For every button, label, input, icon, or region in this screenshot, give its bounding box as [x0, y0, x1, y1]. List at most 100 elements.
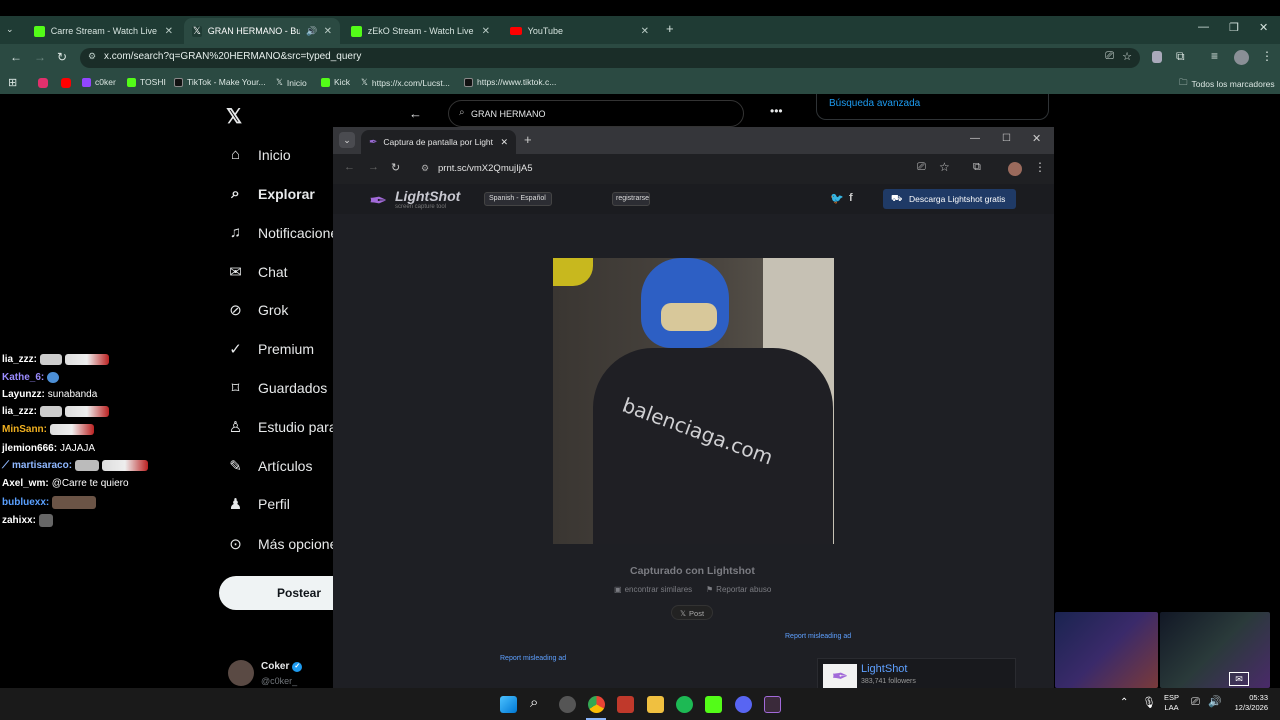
reload-icon[interactable]: ↻	[57, 50, 67, 64]
extensions-puzzle-icon[interactable]: ⧉	[1176, 49, 1185, 64]
report-misleading-ad-link[interactable]: Report misleading ad	[500, 655, 566, 662]
task-view-icon[interactable]	[559, 696, 576, 713]
captured-screenshot-image[interactable]: balenciaga.com	[553, 258, 834, 544]
new-tab-button[interactable]: +	[666, 21, 674, 36]
kebab-menu-icon[interactable]: ⋮	[1261, 49, 1273, 63]
install-app-icon[interactable]: ⎚	[1105, 50, 1114, 63]
advanced-search-link[interactable]: Búsqueda avanzada	[829, 98, 920, 109]
x-search-input[interactable]: ⌕ GRAN HERMANO	[448, 100, 744, 127]
back-arrow-icon[interactable]: ←	[409, 106, 422, 121]
tab-close-icon[interactable]: ✕	[641, 26, 649, 37]
spotify-icon[interactable]	[676, 696, 693, 713]
profile-avatar[interactable]	[228, 660, 254, 686]
tab-close-icon[interactable]: ✕	[165, 26, 173, 37]
facebook-icon[interactable]: f	[849, 192, 853, 204]
nav-estudio[interactable]: ♙ Estudio para	[227, 418, 337, 436]
tab-close-icon[interactable]: ✕	[500, 137, 508, 148]
twitter-icon[interactable]: 🐦	[830, 192, 844, 205]
nav-perfil[interactable]: ♟ Perfil	[227, 495, 290, 513]
minimize-button[interactable]: —	[970, 133, 980, 144]
bookmark-toshi[interactable]: TOSHI	[127, 77, 166, 87]
bookmark-inicio[interactable]: 𝕏 Inicio	[276, 77, 307, 88]
outer-tab-3[interactable]: YouTube ✕	[502, 18, 657, 44]
more-dots-icon[interactable]: •••	[770, 104, 783, 118]
x-post-button[interactable]: 𝕏 Post	[671, 605, 713, 620]
nav-mas-opciones[interactable]: ⊙ Más opciones	[227, 535, 344, 553]
tab-search-chevron-icon[interactable]: ⌄	[339, 132, 355, 148]
outer-tab-1[interactable]: 𝕏 GRAN HERMANO - Buscar 🔊 ✕	[184, 18, 340, 44]
new-tab-button[interactable]: +	[524, 132, 532, 147]
tab-close-icon[interactable]: ✕	[482, 26, 490, 37]
close-window-button[interactable]: ✕	[1259, 21, 1268, 34]
lightshot-taskbar-icon[interactable]	[764, 696, 781, 713]
inner-tab-active[interactable]: ✒ Captura de pantalla por Lightsh ✕	[361, 130, 516, 154]
tab-close-icon[interactable]: ✕	[324, 26, 332, 37]
fb-page-name[interactable]: LightShot	[861, 663, 907, 675]
nav-articulos[interactable]: ✎ Artículos	[227, 457, 312, 475]
extension-shield-icon[interactable]	[1152, 51, 1162, 63]
lightshot-brand[interactable]: LightShot	[395, 188, 460, 204]
lightshot-logo-icon[interactable]: ✒	[369, 188, 387, 214]
bookmark-c0ker[interactable]: c0ker	[82, 77, 116, 87]
nav-guardados[interactable]: ⌑ Guardados	[227, 379, 328, 397]
start-windows-icon[interactable]	[500, 696, 517, 713]
bookmark-star-icon[interactable]: ☆	[1122, 50, 1132, 63]
download-lightshot-button[interactable]: ⛟ Descarga Lightshot gratis	[883, 189, 1016, 209]
chevron-up-icon[interactable]: ⌃	[1120, 697, 1128, 708]
kebab-menu-icon[interactable]: ⋮	[1034, 160, 1046, 174]
network-icon[interactable]: ⎚	[1191, 696, 1200, 709]
all-bookmarks-folder[interactable]: 🗀 Todos los marcadores	[1179, 77, 1275, 91]
outer-tab-0[interactable]: Carre Stream - Watch Live on Ki ✕	[26, 18, 181, 44]
site-info-icon[interactable]: ⚙	[88, 51, 96, 62]
nav-explorar[interactable]: ⌕ Explorar	[227, 185, 315, 202]
bookmark-tiktok-url[interactable]: https://www.tiktok.c...	[464, 77, 556, 87]
facebook-page-widget[interactable]: ✒ LightShot 383,741 followers	[817, 658, 1016, 688]
search-icon[interactable]: ⌕	[530, 694, 538, 711]
kick-icon[interactable]	[705, 696, 722, 713]
nav-notificaciones[interactable]: ♫ Notificaciones	[227, 224, 345, 241]
youtube-bookmark-icon[interactable]	[61, 78, 71, 88]
report-misleading-ad-link[interactable]: Report misleading ad	[785, 633, 851, 640]
discord-icon[interactable]	[735, 696, 752, 713]
close-window-button[interactable]: ✕	[1032, 132, 1041, 145]
tab-search-chevron-icon[interactable]: ⌄	[6, 24, 14, 35]
nav-chat[interactable]: ✉ Chat	[227, 263, 287, 281]
microphone-icon[interactable]: 🎙	[1142, 696, 1156, 709]
site-info-icon[interactable]: ⚙	[421, 163, 429, 174]
bookmark-tiktok[interactable]: TikTok - Make Your...	[174, 77, 266, 87]
nav-premium[interactable]: ✓ Premium	[227, 340, 314, 358]
inner-url-field[interactable]: ⚙ prnt.sc/vmX2QmujIjA5	[413, 158, 953, 180]
profile-avatar-icon[interactable]	[1234, 50, 1249, 65]
bookmark-x-lucst[interactable]: 𝕏https://x.com/Lucst...	[361, 77, 450, 88]
find-similar-link[interactable]: ▣ encontrar similares	[614, 585, 692, 594]
bookmark-star-icon[interactable]: ☆	[939, 160, 950, 174]
minimize-button[interactable]: —	[1198, 21, 1209, 33]
apps-grid-icon[interactable]: ⊞	[8, 76, 17, 89]
volume-icon[interactable]: 🔊	[1208, 695, 1222, 708]
extensions-puzzle-icon[interactable]: ⧉	[973, 161, 981, 174]
register-button[interactable]: registrarse	[612, 192, 650, 206]
outer-url-field[interactable]: ⚙ x.com/search?q=GRAN%20HERMANO&src=type…	[80, 48, 1140, 68]
install-app-icon[interactable]: ⎚	[917, 161, 926, 174]
nav-inicio[interactable]: ⌂ Inicio	[227, 146, 291, 163]
profile-avatar-icon[interactable]	[1008, 162, 1022, 176]
language-indicator[interactable]: ESP LAA	[1164, 693, 1179, 713]
outer-tab-2[interactable]: zEkO Stream - Watch Live on Ki ✕	[343, 18, 498, 44]
reload-icon[interactable]: ↻	[391, 161, 400, 174]
profile-name[interactable]: Coker ✓	[261, 661, 303, 672]
report-abuse-link[interactable]: ⚑ Reportar abuso	[706, 585, 771, 594]
nav-grok[interactable]: ⊘ Grok	[227, 301, 288, 319]
clock[interactable]: 05:33 12/3/2026	[1226, 693, 1268, 713]
app-icon[interactable]	[617, 696, 634, 713]
back-arrow-icon[interactable]: ←	[10, 50, 22, 64]
file-explorer-icon[interactable]	[647, 696, 664, 713]
maximize-button[interactable]: ☐	[1002, 133, 1011, 144]
instagram-bookmark-icon[interactable]	[38, 78, 48, 88]
bookmark-kick[interactable]: Kick	[321, 77, 350, 87]
restore-button[interactable]: ❐	[1229, 21, 1239, 34]
speaker-icon[interactable]: 🔊	[306, 26, 317, 37]
media-control-icon[interactable]: ≡	[1211, 49, 1218, 63]
x-logo-icon[interactable]: 𝕏	[226, 104, 242, 129]
chrome-icon[interactable]	[588, 696, 605, 713]
language-select[interactable]: Spanish - Español	[484, 192, 552, 206]
